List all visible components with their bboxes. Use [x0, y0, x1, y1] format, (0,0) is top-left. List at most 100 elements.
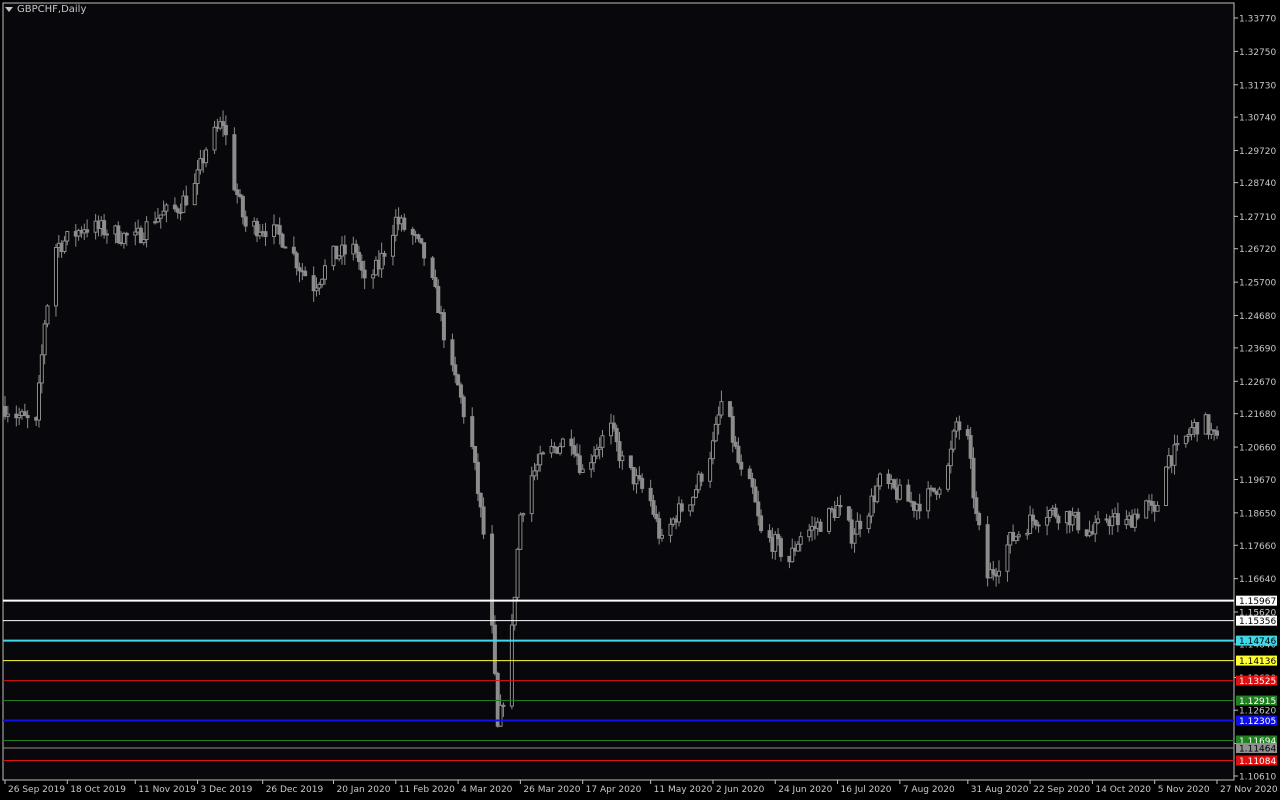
candle-body	[719, 401, 724, 416]
candle-body	[971, 457, 976, 499]
candle-body	[654, 513, 659, 520]
candle-body	[461, 396, 466, 418]
candle-body	[65, 231, 70, 242]
candle-body	[458, 384, 463, 398]
candle-body	[594, 448, 599, 457]
candle-body	[515, 548, 520, 598]
candle-body	[897, 484, 902, 500]
candle-body	[1016, 534, 1021, 538]
candle-body	[535, 464, 540, 472]
candle-body	[1047, 510, 1052, 518]
candle-body	[1005, 544, 1010, 572]
candle-body	[569, 438, 574, 447]
candle-body	[390, 234, 395, 257]
candle-body	[716, 414, 721, 425]
candle-body	[795, 543, 800, 552]
candle-body	[957, 421, 962, 431]
candle-body	[322, 265, 327, 280]
level-price-label: 1.14136	[1239, 657, 1276, 667]
candle-body	[473, 445, 478, 463]
candle-body	[102, 220, 107, 236]
candle-body	[382, 252, 387, 257]
candle-body	[589, 462, 594, 470]
candle-body	[753, 486, 758, 503]
candle-body	[827, 508, 832, 532]
candle-body	[498, 704, 503, 727]
candle-body	[651, 500, 656, 515]
price-tick-label: 1.18650	[1239, 509, 1276, 519]
candle-body	[945, 465, 950, 490]
candle-body	[592, 455, 597, 464]
candle-body	[509, 624, 514, 707]
candle-body	[436, 285, 441, 314]
candle-body	[422, 242, 427, 259]
candle-body	[1172, 444, 1177, 466]
candle-body	[1164, 466, 1169, 507]
candle-body	[164, 204, 169, 212]
candle-body	[1115, 513, 1120, 526]
price-chart[interactable]: 1.33770 1.32750 1.31730 1.30740 1.29720 1.287…	[0, 0, 1280, 800]
candle-body	[640, 478, 645, 489]
candle-body	[977, 513, 982, 526]
candle-body	[124, 232, 129, 236]
candle-body	[948, 448, 953, 467]
date-tick-label: 11 May 2020	[654, 785, 713, 795]
price-tick-label: 1.19670	[1239, 476, 1276, 486]
price-tick-label: 1.32750	[1239, 48, 1276, 58]
candle-body	[456, 374, 461, 386]
candle-body	[991, 569, 996, 575]
candle-body	[419, 238, 424, 244]
candle-body	[25, 415, 30, 419]
price-tick-label: 1.31730	[1239, 81, 1276, 91]
candle-body	[1093, 522, 1098, 535]
level-price-label: 1.12305	[1239, 717, 1276, 727]
candle-body	[144, 221, 149, 241]
candle-body	[359, 260, 364, 271]
candle-body	[620, 455, 625, 462]
candle-body	[858, 520, 863, 530]
candle-body	[1155, 505, 1160, 512]
candle-body	[572, 445, 577, 455]
chart-window[interactable]: 1.33770 1.32750 1.31730 1.30740 1.29720 1.287…	[0, 0, 1280, 800]
candle-body	[232, 134, 237, 191]
plot-area[interactable]	[2, 2, 1235, 781]
candle-body	[433, 277, 438, 287]
candle-body	[693, 489, 698, 498]
candle-body	[965, 429, 970, 437]
date-tick-label: 26 Mar 2020	[523, 785, 580, 795]
level-price-label: 1.14746	[1239, 637, 1276, 647]
candle-body	[730, 415, 735, 443]
level-price-label: 1.11084	[1239, 757, 1276, 767]
candle-body	[852, 533, 857, 544]
candle-body	[36, 382, 41, 421]
level-price-label: 1.15967	[1239, 597, 1276, 607]
price-tick-label: 1.25700	[1239, 279, 1276, 289]
candle-body	[430, 257, 435, 279]
candle-body	[892, 479, 897, 489]
candle-body	[688, 504, 693, 512]
level-price-label: 1.13525	[1239, 677, 1276, 687]
candle-body	[926, 488, 931, 512]
candle-body	[475, 461, 480, 494]
candle-body	[1030, 514, 1035, 522]
candle-body	[532, 470, 537, 477]
candle-body	[518, 514, 523, 550]
candle-body	[1045, 516, 1050, 526]
candle-body	[53, 247, 58, 307]
dropdown-triangle-icon[interactable]	[5, 7, 13, 12]
candle-body	[818, 521, 823, 532]
candle-body	[354, 243, 359, 253]
candle-body	[235, 189, 240, 196]
candle-body	[878, 473, 883, 487]
candle-body	[968, 435, 973, 459]
candle-body	[1195, 421, 1200, 435]
level-price-label: 1.15356	[1239, 617, 1276, 627]
date-tick-label: 14 Oct 2020	[1095, 785, 1151, 795]
candle-body	[838, 505, 843, 508]
candle-body	[759, 515, 764, 532]
candle-body	[5, 413, 10, 417]
candle-body	[560, 438, 565, 448]
date-tick-label: 16 Jul 2020	[841, 785, 892, 795]
date-tick-label: 4 Mar 2020	[461, 785, 513, 795]
candle-body	[362, 269, 367, 279]
